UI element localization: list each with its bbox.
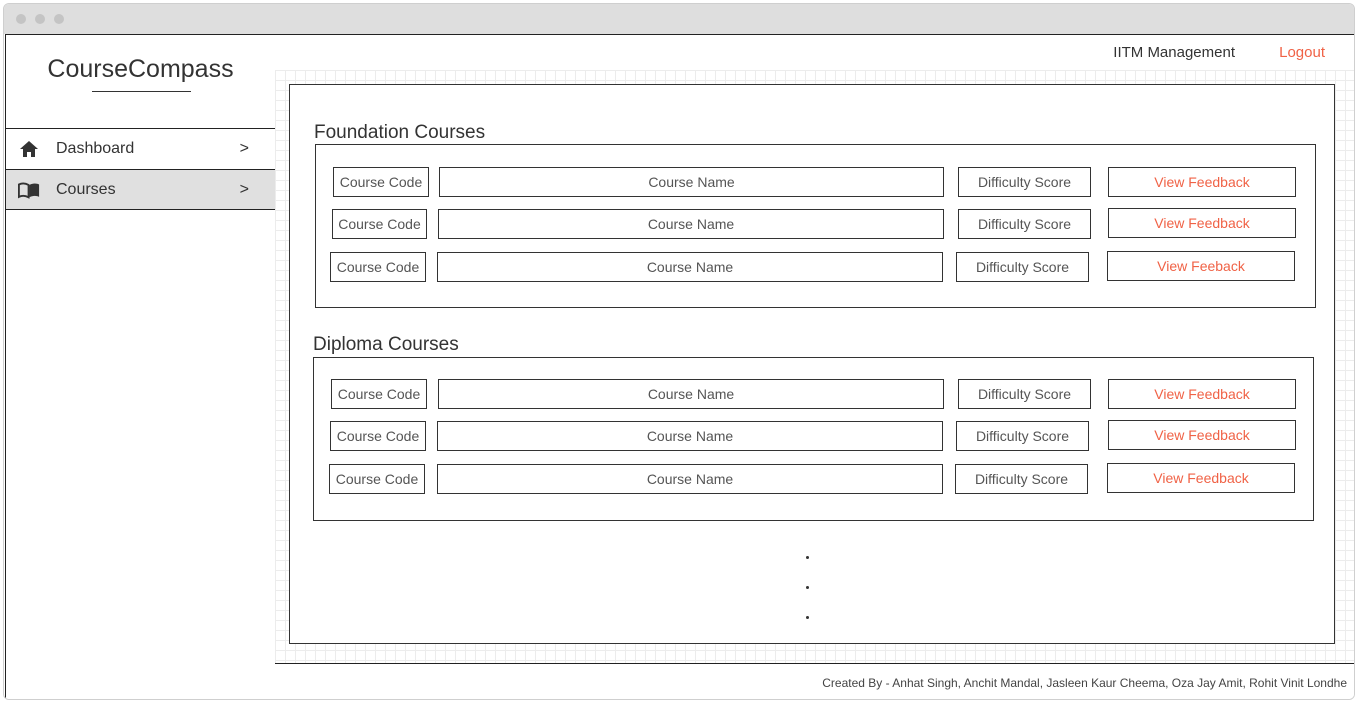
brand-underline <box>92 91 191 92</box>
more-dot <box>806 586 809 589</box>
window-close-dot[interactable] <box>16 14 26 24</box>
more-dot <box>806 616 809 619</box>
window-minimize-dot[interactable] <box>35 14 45 24</box>
difficulty-score-cell: Difficulty Score <box>955 464 1088 494</box>
course-name-cell: Course Name <box>438 379 944 409</box>
section-title-foundation: Foundation Courses <box>314 122 486 143</box>
course-code-cell: Course Code <box>331 379 427 409</box>
difficulty-score-cell: Difficulty Score <box>956 252 1089 282</box>
difficulty-score-cell: Difficulty Score <box>956 421 1089 451</box>
sidebar-item-courses[interactable]: Courses > <box>6 169 275 210</box>
course-code-cell: Course Code <box>330 252 426 282</box>
course-name-cell: Course Name <box>439 167 944 197</box>
course-code-cell: Course Code <box>333 167 429 197</box>
book-icon <box>18 182 40 199</box>
home-icon <box>20 141 38 157</box>
difficulty-score-cell: Difficulty Score <box>958 167 1091 197</box>
course-name-cell: Course Name <box>438 209 944 239</box>
view-feedback-button[interactable]: View Feedback <box>1108 379 1296 409</box>
top-header: IITM Management Logout <box>275 34 1354 71</box>
sidebar-item-dashboard[interactable]: Dashboard > <box>6 128 275 169</box>
brand-logo[interactable]: CourseCompass <box>6 55 275 84</box>
view-feedback-button[interactable]: View Feeback <box>1107 251 1295 281</box>
view-feedback-button[interactable]: View Feedback <box>1108 208 1296 238</box>
footer-credits: Created By - Anhat Singh, Anchit Mandal,… <box>822 676 1347 690</box>
difficulty-score-cell: Difficulty Score <box>958 379 1091 409</box>
sidebar: CourseCompass Dashboard > Courses > <box>5 34 276 699</box>
course-code-cell: Course Code <box>329 464 425 494</box>
view-feedback-button[interactable]: View Feedback <box>1108 420 1296 450</box>
window-maximize-dot[interactable] <box>54 14 64 24</box>
course-name-cell: Course Name <box>437 252 943 282</box>
course-name-cell: Course Name <box>437 464 943 494</box>
difficulty-score-cell: Difficulty Score <box>958 209 1091 239</box>
logout-link[interactable]: Logout <box>1279 44 1325 61</box>
course-code-cell: Course Code <box>332 209 427 239</box>
course-name-cell: Course Name <box>437 421 943 451</box>
section-title-diploma: Diploma Courses <box>313 334 459 355</box>
view-feedback-button[interactable]: View Feedback <box>1108 167 1296 197</box>
org-label: IITM Management <box>1113 44 1235 61</box>
sidebar-item-label: Dashboard <box>56 140 135 157</box>
course-code-cell: Course Code <box>330 421 426 451</box>
window-titlebar <box>4 4 1354 34</box>
more-dot <box>806 556 809 559</box>
view-feedback-button[interactable]: View Feedback <box>1107 463 1295 493</box>
footer: Created By - Anhat Singh, Anchit Mandal,… <box>275 663 1354 699</box>
chevron-right-icon: > <box>239 180 249 198</box>
sidebar-item-label: Courses <box>56 180 116 198</box>
chevron-right-icon: > <box>239 140 249 157</box>
